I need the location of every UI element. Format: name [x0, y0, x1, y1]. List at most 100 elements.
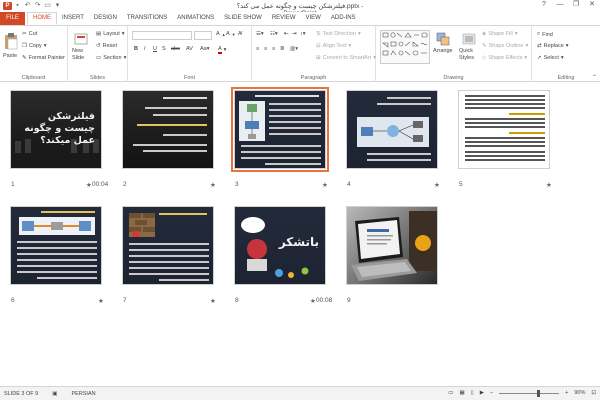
align-text-button[interactable]: ⊟ Align Text ▾ — [316, 43, 351, 49]
shape-effects-button[interactable]: ◇ Shape Effects ▾ — [482, 55, 527, 61]
slide-thumbnail-9[interactable] — [346, 206, 438, 285]
font-size-box[interactable] — [194, 31, 212, 40]
line-spacing-button[interactable]: ↕▾ — [300, 31, 306, 37]
animation-star-icon[interactable]: ★ — [98, 297, 104, 305]
slide-thumbnail-7[interactable] — [122, 206, 214, 285]
slide-thumbnail-8[interactable]: باتشکر — [234, 206, 326, 285]
shrink-font-button[interactable]: A ▼ — [226, 31, 236, 37]
animation-star-icon[interactable]: ★ — [210, 297, 216, 305]
zoom-slider-thumb[interactable] — [537, 389, 541, 397]
find-button[interactable]: ⌕ Find — [537, 31, 553, 38]
help-button[interactable]: ? — [536, 0, 552, 10]
arrange-button[interactable]: Arrange — [433, 48, 453, 54]
tab-design[interactable]: DESIGN — [89, 12, 122, 25]
slide-thumbnail-1[interactable]: فیلترشکن چیست و چگونه عمل میکند؟ — [10, 90, 102, 169]
shadow-button[interactable]: S — [162, 46, 166, 52]
grow-font-button[interactable]: A ▲ — [216, 31, 226, 37]
minimize-button[interactable]: — — [552, 0, 568, 10]
cut-button[interactable]: ✂ Cut — [22, 31, 37, 37]
slide-thumbnail-5[interactable] — [458, 90, 550, 169]
increase-indent-button[interactable]: ⇥ — [292, 31, 297, 37]
quick-styles-icon[interactable] — [462, 32, 476, 48]
bullets-button[interactable]: ☰▾ — [256, 31, 264, 37]
zoom-slider[interactable] — [499, 389, 560, 397]
zoom-in-button[interactable]: + — [565, 390, 568, 396]
justify-button[interactable]: ≣ — [280, 46, 285, 52]
bold-button[interactable]: B — [134, 46, 138, 52]
change-case-button[interactable]: Aa▾ — [200, 46, 210, 52]
layout-button[interactable]: ▤ Layout ▾ — [96, 31, 124, 37]
slide-sorter-view-icon[interactable]: ▦ — [459, 390, 464, 396]
tab-home[interactable]: HOME — [27, 12, 57, 25]
pen-icon: ✎ — [482, 43, 487, 49]
reading-view-icon[interactable]: ▯ — [471, 390, 474, 396]
language-indicator[interactable]: PERSIAN — [71, 391, 95, 397]
restore-button[interactable]: ❐ — [568, 0, 584, 10]
convert-smartart-button[interactable]: ⊞ Convert to SmartArt ▾ — [316, 55, 376, 61]
slide-8-title: باتشکر — [278, 235, 319, 249]
collapse-ribbon-icon[interactable]: ⌃ — [592, 74, 597, 81]
normal-view-icon[interactable]: ▭ — [448, 390, 453, 396]
tab-review[interactable]: REVIEW — [267, 12, 301, 25]
columns-button[interactable]: ▥▾ — [290, 46, 298, 52]
slideshow-start-icon[interactable]: ▭ — [44, 2, 51, 9]
slide-thumbnail-4[interactable] — [346, 90, 438, 169]
shape-outline-button[interactable]: ✎ Shape Outline ▾ — [482, 43, 528, 49]
animation-star-icon[interactable]: ★ — [322, 181, 328, 189]
slide-thumbnail-3[interactable] — [231, 87, 329, 172]
char-spacing-button[interactable]: AV — [186, 46, 193, 52]
animation-star-icon[interactable]: ★ — [434, 181, 440, 189]
save-icon[interactable]: ▪ — [14, 2, 21, 9]
tab-file[interactable]: FILE — [0, 12, 25, 25]
new-slide-icon[interactable] — [74, 32, 88, 48]
format-painter-button[interactable]: ✎ Format Painter — [22, 55, 65, 61]
proofing-icon[interactable]: ▣ — [52, 391, 57, 397]
strikethrough-button[interactable]: abc — [171, 46, 180, 52]
font-name-box[interactable] — [132, 31, 192, 40]
tab-insert[interactable]: INSERT — [57, 12, 89, 25]
text-direction-button[interactable]: ⇅ Text Direction ▾ — [316, 31, 361, 37]
reset-button[interactable]: ↺ Reset — [96, 43, 117, 49]
slideshow-view-icon[interactable]: ▶ — [480, 390, 484, 396]
font-color-button[interactable]: A ▾ — [218, 46, 226, 54]
animation-star-icon[interactable]: ★ — [546, 181, 552, 189]
paste-icon[interactable] — [4, 32, 18, 52]
tab-view[interactable]: VIEW — [301, 12, 326, 25]
customize-qat-icon[interactable]: ▾ — [54, 2, 61, 9]
slide-thumbnail-2[interactable] — [122, 90, 214, 169]
undo-icon[interactable]: ↶ — [24, 2, 31, 9]
clear-formatting-button[interactable]: A̸ — [238, 31, 242, 37]
animation-star-icon[interactable]: ★ — [210, 181, 216, 189]
italic-button[interactable]: I — [144, 46, 146, 52]
zoom-out-button[interactable]: − — [490, 390, 493, 396]
replace-button[interactable]: ⇄ Replace ▾ — [537, 43, 569, 49]
powerpoint-app-icon[interactable]: P — [3, 2, 12, 10]
redo-icon[interactable]: ↷ — [34, 2, 41, 9]
copy-button[interactable]: ❐ Copy ▾ — [22, 43, 47, 49]
shapes-gallery[interactable] — [380, 30, 430, 64]
select-button[interactable]: ➚ Select ▾ — [537, 55, 564, 61]
align-right-button[interactable]: ≡ — [272, 46, 275, 52]
shape-fill-button[interactable]: ◈ Shape Fill ▾ — [482, 31, 517, 37]
animation-star-icon[interactable]: ★ — [86, 181, 92, 189]
animation-star-icon[interactable]: ★ — [310, 297, 316, 305]
slide-thumbnail-6[interactable] — [10, 206, 102, 285]
underline-button[interactable]: U — [153, 46, 157, 52]
fit-to-window-icon[interactable]: ⊡ — [591, 390, 596, 396]
tab-slide-show[interactable]: SLIDE SHOW — [219, 12, 267, 25]
decrease-indent-button[interactable]: ⇤ — [284, 31, 289, 37]
smartart-icon: ⊞ — [316, 55, 321, 61]
zoom-level[interactable]: 90% — [574, 390, 585, 396]
align-center-button[interactable]: ≡ — [264, 46, 267, 52]
tab-transitions[interactable]: TRANSITIONS — [122, 12, 172, 25]
quick-styles-button[interactable]: Quick Styles — [459, 48, 481, 62]
new-slide-button[interactable]: New Slide — [72, 48, 94, 62]
align-left-button[interactable]: ≡ — [256, 46, 259, 52]
paste-button[interactable]: Paste — [3, 53, 17, 59]
close-button[interactable]: ✕ — [584, 0, 600, 10]
section-button[interactable]: ▭ Section ▾ — [96, 55, 126, 61]
tab-add-ins[interactable]: ADD-INS — [326, 12, 361, 25]
arrange-icon[interactable] — [436, 32, 450, 48]
numbering-button[interactable]: ☷▾ — [270, 31, 278, 37]
tab-animations[interactable]: ANIMATIONS — [172, 12, 219, 25]
